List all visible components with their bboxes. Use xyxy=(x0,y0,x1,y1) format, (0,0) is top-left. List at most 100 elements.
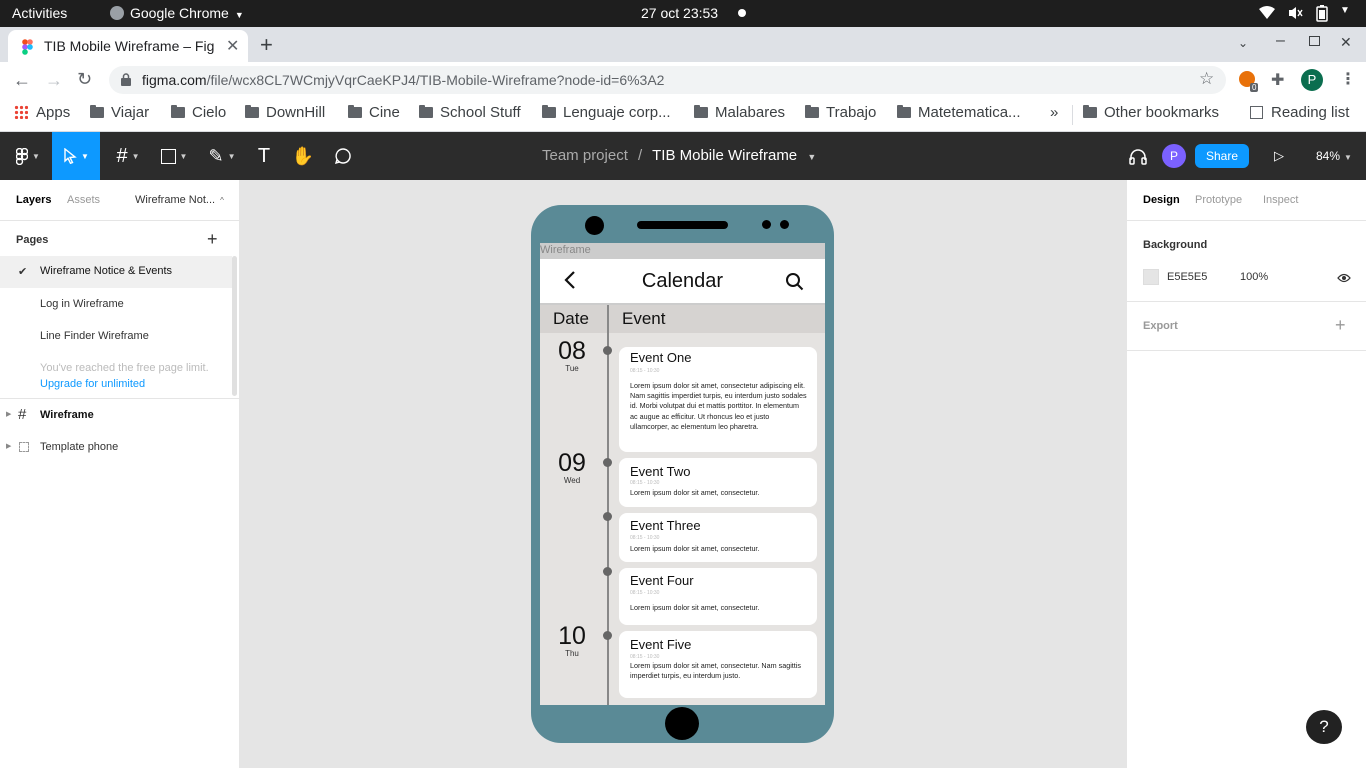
wireframe-frame[interactable]: Wireframe Calendar Date Event 08 Tue 09 … xyxy=(540,243,825,705)
reading-list[interactable]: Reading list xyxy=(1250,105,1349,125)
bookmark-folder[interactable]: School Stuff xyxy=(419,105,521,125)
hand-tool-icon[interactable]: ✋ xyxy=(292,132,314,180)
page-item[interactable]: Line Finder Wireframe xyxy=(40,330,149,342)
folder-icon xyxy=(90,105,104,118)
close-window-icon[interactable]: ✕ xyxy=(1340,34,1352,51)
minimize-window-icon[interactable]: – xyxy=(1276,32,1285,50)
frame-label[interactable]: Wireframe xyxy=(540,244,591,256)
new-tab-icon[interactable]: + xyxy=(260,32,273,58)
bookmark-folder[interactable]: Cielo xyxy=(171,105,226,125)
forward-icon[interactable]: → xyxy=(45,70,63,91)
frame-tool[interactable]: # ▼ xyxy=(108,132,148,180)
bookmark-star-icon[interactable]: ☆ xyxy=(1199,69,1214,89)
bookmark-folder[interactable]: Malabares xyxy=(694,105,785,125)
bookmark-folder[interactable]: Cine xyxy=(348,105,400,125)
bookmark-apps[interactable]: Apps xyxy=(14,105,70,125)
chevron-down-icon[interactable]: ▼ xyxy=(807,152,816,162)
bookmark-folder[interactable]: Matetematica... xyxy=(897,105,1021,125)
expand-caret-icon[interactable]: ▶ xyxy=(6,410,11,418)
page-dropdown[interactable]: Wireframe Not... ^ xyxy=(135,194,224,206)
bookmark-folder[interactable]: DownHill xyxy=(245,105,325,125)
bookmark-folder[interactable]: Lenguaje corp... xyxy=(542,105,671,125)
zoom-menu[interactable]: 84% ▼ xyxy=(1316,149,1352,163)
help-button[interactable]: ? xyxy=(1306,710,1342,744)
bookmark-folder[interactable]: Trabajo xyxy=(805,105,876,125)
event-card[interactable]: Event One 08:15 - 10:30 Lorem ipsum dolo… xyxy=(619,347,817,452)
add-page-icon[interactable]: + xyxy=(207,229,218,250)
comment-tool-icon[interactable] xyxy=(332,132,354,180)
pen-icon: ✎ xyxy=(208,145,224,166)
battery-icon[interactable] xyxy=(1316,5,1328,25)
expand-caret-icon[interactable]: ▶ xyxy=(6,442,11,450)
file-name[interactable]: TIB Mobile Wireframe xyxy=(652,147,797,164)
move-tool[interactable]: ▼ xyxy=(52,132,100,180)
visibility-eye-icon[interactable] xyxy=(1337,270,1351,288)
breadcrumb-team[interactable]: Team project xyxy=(542,147,628,164)
maximize-window-icon[interactable] xyxy=(1309,36,1320,46)
background-opacity-input[interactable]: 100% xyxy=(1240,271,1268,283)
bookmark-folder[interactable]: Viajar xyxy=(90,105,149,125)
event-time: 08:15 - 10:30 xyxy=(630,480,660,486)
present-play-icon[interactable]: ▷ xyxy=(1270,132,1288,180)
back-icon[interactable]: ← xyxy=(13,70,31,91)
event-time: 08:15 - 10:30 xyxy=(630,654,660,660)
more-bookmarks-icon[interactable]: » xyxy=(1050,105,1058,125)
shape-tool[interactable]: ▼ xyxy=(154,132,194,180)
bookmarks-divider xyxy=(1072,105,1073,125)
bookmark-label: Apps xyxy=(36,104,71,121)
event-title: Event Five xyxy=(630,637,692,652)
lock-icon[interactable] xyxy=(121,73,131,91)
chrome-app-icon xyxy=(110,6,124,20)
tab-inspect[interactable]: Inspect xyxy=(1263,194,1298,206)
profile-avatar[interactable]: P xyxy=(1301,69,1323,91)
tab-prototype[interactable]: Prototype xyxy=(1195,194,1242,206)
tab-assets[interactable]: Assets xyxy=(67,194,100,206)
other-bookmarks[interactable]: Other bookmarks xyxy=(1083,105,1219,125)
share-button[interactable]: Share xyxy=(1195,144,1249,168)
close-tab-icon[interactable]: ✕ xyxy=(226,36,239,56)
upgrade-link[interactable]: Upgrade for unlimited xyxy=(40,378,145,390)
layer-item[interactable]: Wireframe xyxy=(40,409,94,421)
search-icon[interactable] xyxy=(785,272,804,296)
layer-item[interactable]: Template phone xyxy=(40,441,118,453)
background-color-swatch[interactable] xyxy=(1143,269,1159,285)
other-bookmarks-label: Other bookmarks xyxy=(1104,104,1220,121)
power-menu-icon[interactable]: ▼ xyxy=(1340,5,1350,16)
event-card[interactable]: Event Two 08:15 - 10:30 Lorem ipsum dolo… xyxy=(619,458,817,507)
event-card[interactable]: Event Five 08:15 - 10:30 Lorem ipsum dol… xyxy=(619,631,817,698)
tab-design[interactable]: Design xyxy=(1143,194,1180,206)
wifi-icon[interactable] xyxy=(1258,5,1276,24)
breadcrumb: Team project / TIB Mobile Wireframe ▼ xyxy=(542,147,816,164)
activities-button[interactable]: Activities xyxy=(12,5,67,21)
bookmark-label: Cielo xyxy=(192,104,227,121)
pages-heading: Pages xyxy=(16,234,49,246)
chrome-menu-icon[interactable]: ⋮ xyxy=(1340,69,1356,89)
event-card[interactable]: Event Four 08:15 - 10:30 Lorem ipsum dol… xyxy=(619,568,817,625)
bookmark-label: School Stuff xyxy=(440,104,521,121)
audio-headphones-icon[interactable] xyxy=(1127,132,1149,180)
user-avatar[interactable]: P xyxy=(1162,144,1186,168)
background-hex-input[interactable]: E5E5E5 xyxy=(1167,271,1207,283)
main-menu[interactable]: ▼ xyxy=(8,132,48,180)
chevron-down-icon: ▼ xyxy=(234,10,244,20)
add-export-icon[interactable]: + xyxy=(1335,315,1346,336)
clock[interactable]: 27 oct 23:53 xyxy=(641,5,718,21)
address-bar[interactable]: figma.com/file/wcx8CL7WCmjyVqrCaeKPJ4/TI… xyxy=(109,66,1226,94)
app-menu[interactable]: Google Chrome ▼ xyxy=(110,5,244,21)
app-title: Calendar xyxy=(641,270,724,292)
reload-icon[interactable]: ↻ xyxy=(77,69,92,90)
pages-scrollbar[interactable] xyxy=(232,256,237,396)
tab-search-icon[interactable]: ⌄ xyxy=(1238,36,1248,50)
event-card[interactable]: Event Three 08:15 - 10:30 Lorem ipsum do… xyxy=(619,513,817,562)
phone-sensor xyxy=(762,220,771,229)
pen-tool[interactable]: ✎ ▼ xyxy=(202,132,242,180)
timeline-dot xyxy=(603,512,612,521)
app-menu-label: Google Chrome xyxy=(130,5,229,21)
extensions-puzzle-icon[interactable]: ✚ xyxy=(1271,70,1284,90)
volume-muted-icon[interactable] xyxy=(1287,5,1303,24)
browser-tab[interactable]: TIB Mobile Wireframe – Figma ✕ xyxy=(8,30,248,62)
tab-layers[interactable]: Layers xyxy=(16,194,51,206)
page-item-selected[interactable]: ✔ Wireframe Notice & Events xyxy=(0,256,232,288)
page-item[interactable]: Log in Wireframe xyxy=(40,298,124,310)
text-tool-icon[interactable]: T xyxy=(254,132,274,180)
